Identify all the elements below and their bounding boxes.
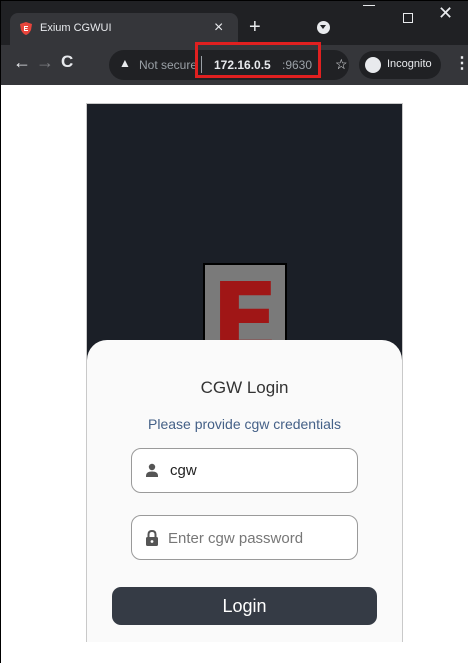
forward-icon[interactable]: → bbox=[36, 52, 54, 72]
password-input[interactable] bbox=[168, 526, 348, 550]
person-icon bbox=[146, 463, 158, 477]
maximize-icon[interactable] bbox=[403, 13, 413, 23]
app-container: E CGW Login Please provide cgw credentia… bbox=[86, 103, 403, 642]
bookmark-star-icon[interactable]: ☆ bbox=[335, 56, 348, 73]
username-field[interactable]: cgw bbox=[131, 448, 358, 493]
browser-menu-icon[interactable]: ⋮ bbox=[454, 53, 468, 73]
back-icon[interactable]: ← bbox=[13, 52, 31, 72]
incognito-badge[interactable]: Incognito bbox=[359, 51, 441, 79]
minimize-icon[interactable] bbox=[363, 5, 375, 6]
warning-icon[interactable]: ▲ bbox=[119, 56, 131, 70]
reload-icon[interactable]: C bbox=[61, 52, 73, 72]
tab-strip: Exium CGWUI × + ✕ bbox=[1, 1, 468, 45]
lock-icon bbox=[146, 529, 158, 546]
security-label[interactable]: Not secure bbox=[139, 58, 197, 72]
browser-tab[interactable]: Exium CGWUI × bbox=[10, 13, 238, 45]
incognito-label: Incognito bbox=[387, 58, 432, 70]
window-close-icon[interactable]: ✕ bbox=[438, 3, 453, 23]
login-card: CGW Login Please provide cgw credentials… bbox=[87, 340, 402, 642]
login-subtitle: Please provide cgw credentials bbox=[148, 416, 341, 432]
incognito-icon bbox=[365, 57, 381, 73]
url-highlight-box bbox=[195, 42, 321, 78]
tab-search-icon[interactable] bbox=[317, 21, 330, 34]
shield-favicon-icon bbox=[20, 22, 32, 35]
tab-close-icon[interactable]: × bbox=[214, 19, 223, 37]
tab-title: Exium CGWUI bbox=[40, 22, 112, 34]
password-field[interactable] bbox=[131, 515, 358, 560]
username-value[interactable]: cgw bbox=[170, 462, 197, 479]
login-title: CGW Login bbox=[200, 378, 289, 397]
page-left-border bbox=[0, 84, 10, 663]
new-tab-icon[interactable]: + bbox=[249, 17, 261, 37]
login-button[interactable]: Login bbox=[112, 587, 377, 625]
hero-banner: E bbox=[87, 104, 402, 360]
